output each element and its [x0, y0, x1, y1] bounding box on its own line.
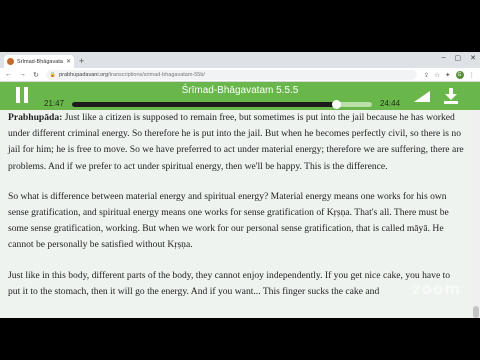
close-tab-icon[interactable]: ✕	[66, 58, 71, 65]
transcript-paragraph: So what is difference between material e…	[8, 189, 464, 254]
track-title: Śrīmad-Bhāgavatam 5.5.5	[181, 85, 299, 96]
maximize-icon[interactable]: ▢	[455, 54, 462, 62]
volume-icon[interactable]	[414, 91, 430, 102]
page-scrollbar[interactable]	[472, 110, 480, 318]
tab-title: Śrīmad-Bhāgavatam 5.5.5	[17, 58, 63, 65]
back-arrow-icon[interactable]: ←	[5, 71, 12, 78]
current-time: 21:47	[44, 99, 65, 108]
reload-icon[interactable]: ↻	[33, 71, 39, 79]
browser-tab[interactable]: Śrīmad-Bhāgavatam 5.5.5 ✕	[4, 55, 74, 68]
paragraph-text: Just like a citizen is supposed to remai…	[8, 112, 464, 172]
scrollbar-thumb[interactable]	[473, 306, 479, 318]
seek-bar-fill	[72, 102, 336, 107]
speaker-label: Prabhupāda:	[8, 112, 63, 123]
zoom-watermark: zoom	[412, 280, 461, 298]
transcript-content: Prabhupāda: Just like a citizen is suppo…	[0, 110, 472, 318]
paragraph-text: So what is difference between material e…	[8, 190, 449, 251]
transcript-paragraph: Just like in this body, different parts …	[8, 268, 464, 300]
paragraph-text: Just like in this body, different parts …	[8, 269, 451, 297]
close-window-icon[interactable]: ✕	[470, 54, 476, 62]
minimize-icon[interactable]: –	[442, 54, 446, 62]
video-letterbox-top	[0, 0, 480, 52]
seek-bar[interactable]	[72, 100, 372, 109]
address-bar[interactable]: 🔒 prabhupadavani.org/transcriptions/srim…	[45, 69, 417, 80]
window-controls: – ▢ ✕	[442, 54, 476, 62]
new-tab-button[interactable]: +	[79, 55, 84, 68]
duration-time: 24:44	[380, 99, 401, 108]
site-favicon-icon	[7, 58, 14, 65]
menu-kebab-icon[interactable]: ⋮	[469, 71, 476, 79]
forward-arrow-icon[interactable]: →	[19, 71, 26, 78]
bookmark-star-icon[interactable]: ☆	[434, 71, 440, 79]
browser-toolbar: ← → ↻ 🔒 prabhupadavani.org/transcription…	[0, 68, 480, 82]
profile-avatar[interactable]: G	[455, 70, 464, 79]
tab-strip: Śrīmad-Bhāgavatam 5.5.5 ✕ + – ▢ ✕	[0, 52, 480, 68]
transcript-paragraph: Prabhupāda: Just like a citizen is suppo…	[8, 110, 464, 175]
share-icon[interactable]: ⇪	[424, 71, 429, 79]
seek-handle[interactable]	[332, 100, 341, 109]
download-icon[interactable]	[444, 88, 458, 104]
browser-window: Śrīmad-Bhāgavatam 5.5.5 ✕ + – ▢ ✕ ← → ↻ …	[0, 52, 480, 318]
url-text: prabhupadavani.org/transcriptions/srimad…	[59, 71, 205, 78]
extensions-icon[interactable]: ✦	[445, 71, 450, 79]
lock-icon: 🔒	[49, 71, 57, 78]
audio-player: Śrīmad-Bhāgavatam 5.5.5 21:47 24:44	[0, 82, 480, 110]
video-letterbox-bottom	[0, 318, 480, 360]
